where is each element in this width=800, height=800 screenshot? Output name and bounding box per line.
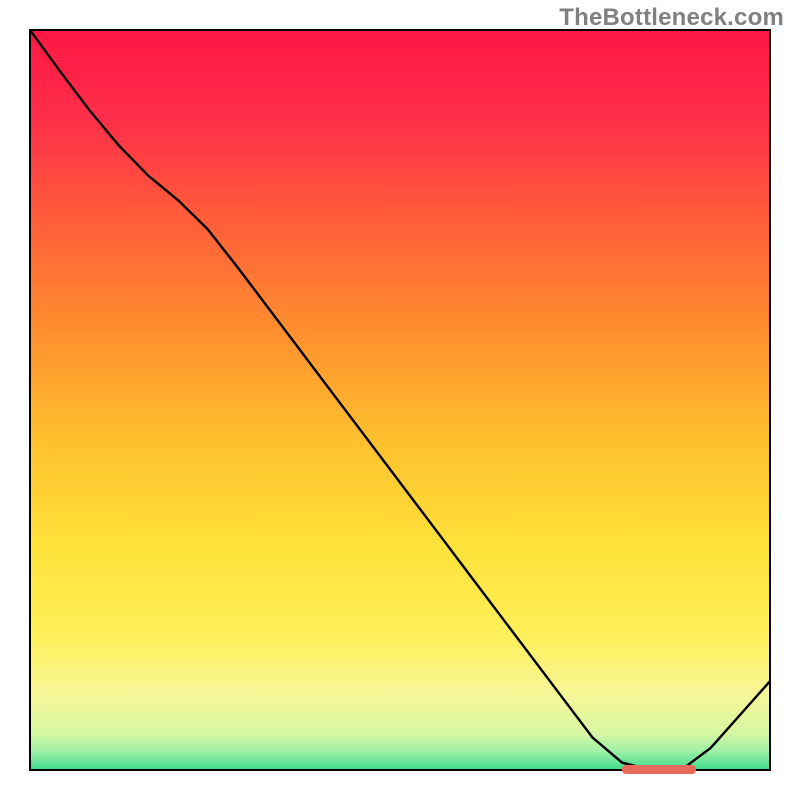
chart-container: TheBottleneck.com [0,0,800,800]
plot-background [30,30,770,770]
optimum-marker [622,765,696,774]
watermark-text: TheBottleneck.com [559,4,784,32]
bottleneck-chart [0,0,800,800]
